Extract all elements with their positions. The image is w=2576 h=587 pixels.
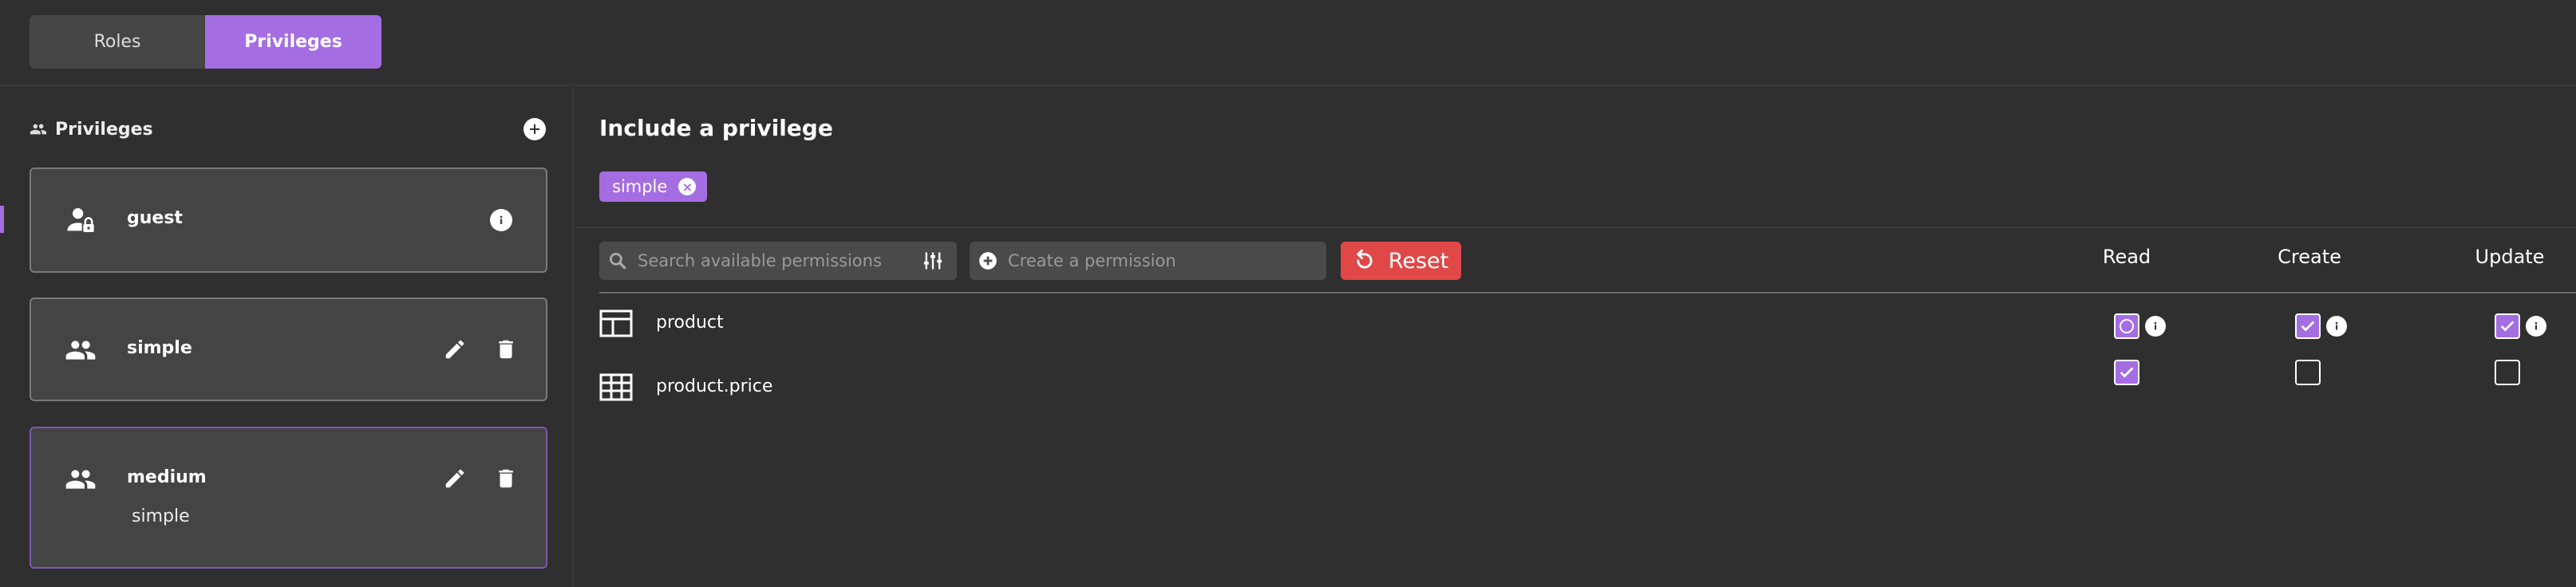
person-lock-icon [67,208,94,232]
included-privilege-label: simple [132,506,190,526]
delete-icon [499,469,513,488]
create-permission-input[interactable] [1008,251,1311,270]
create-checkbox[interactable] [2295,313,2321,339]
privilege-name: medium [127,467,207,487]
column-create: Create [2278,246,2341,268]
table-layout-icon [599,309,633,337]
info-icon [500,215,503,224]
app-root: Roles Privileges Privileges guest simple [0,0,2576,587]
check-icon [2500,321,2515,332]
info-icon[interactable] [2526,316,2546,337]
privilege-card-simple[interactable]: simple [30,297,547,401]
people-icon [65,470,96,489]
sidebar-title: Privileges [55,119,153,140]
people-icon [30,124,47,135]
plus-icon [530,124,539,134]
update-checkbox[interactable] [2495,360,2520,385]
privilege-card-guest[interactable]: guest [30,167,547,273]
privilege-card-medium[interactable]: medium simple [30,427,547,569]
table-header-line [599,292,2576,294]
create-checkbox[interactable] [2295,360,2321,385]
top-bar: Roles Privileges [0,0,2576,86]
search-icon [609,252,626,270]
sliders-icon[interactable] [922,250,944,272]
table-grid-icon [599,373,633,401]
partial-indicator [2120,319,2134,333]
privilege-name: simple [127,338,192,358]
read-checkbox[interactable] [2114,313,2139,339]
permission-label: product [656,313,724,333]
close-icon[interactable]: × [678,178,697,195]
table-row: product [599,300,2576,348]
plus-circle-icon [979,252,997,270]
add-privilege-button[interactable] [523,118,546,140]
tab-group: Roles Privileges [30,15,381,69]
delete-button[interactable] [492,336,520,363]
sidebar: Privileges guest simple medium simple [0,88,574,587]
column-update: Update [2475,246,2545,268]
people-icon [65,341,96,360]
search-input[interactable] [638,251,909,270]
reset-button[interactable]: Reset [1341,242,1461,280]
sidebar-header: Privileges [30,112,548,147]
edit-icon [445,340,464,359]
privilege-name: guest [127,208,183,228]
table-row: product.price [599,360,2576,412]
column-read: Read [2102,246,2151,268]
reset-label: Reset [1388,248,1449,274]
refresh-icon [1357,250,1373,269]
active-indicator [0,206,4,233]
include-privilege-title: Include a privilege [599,115,833,141]
edit-icon [445,469,464,488]
info-icon[interactable] [2326,316,2347,337]
create-permission [970,242,1326,280]
chip-label: simple [612,177,668,196]
tab-roles[interactable]: Roles [30,15,205,69]
divider [575,227,2576,228]
update-checkbox[interactable] [2495,313,2520,339]
info-icon[interactable] [2145,316,2166,337]
info-button[interactable] [490,209,512,231]
delete-icon [499,340,513,359]
included-privilege-chip: simple × [599,171,708,202]
edit-button[interactable] [441,465,468,492]
search-permissions [599,242,957,280]
permission-label: product.price [656,376,773,396]
check-icon [2120,367,2134,378]
delete-button[interactable] [492,465,520,492]
tab-privileges[interactable]: Privileges [205,15,381,69]
check-icon [2301,321,2315,332]
edit-button[interactable] [441,336,468,363]
main-panel: Include a privilege simple × Reset Read … [575,88,2576,587]
read-checkbox[interactable] [2114,360,2139,385]
